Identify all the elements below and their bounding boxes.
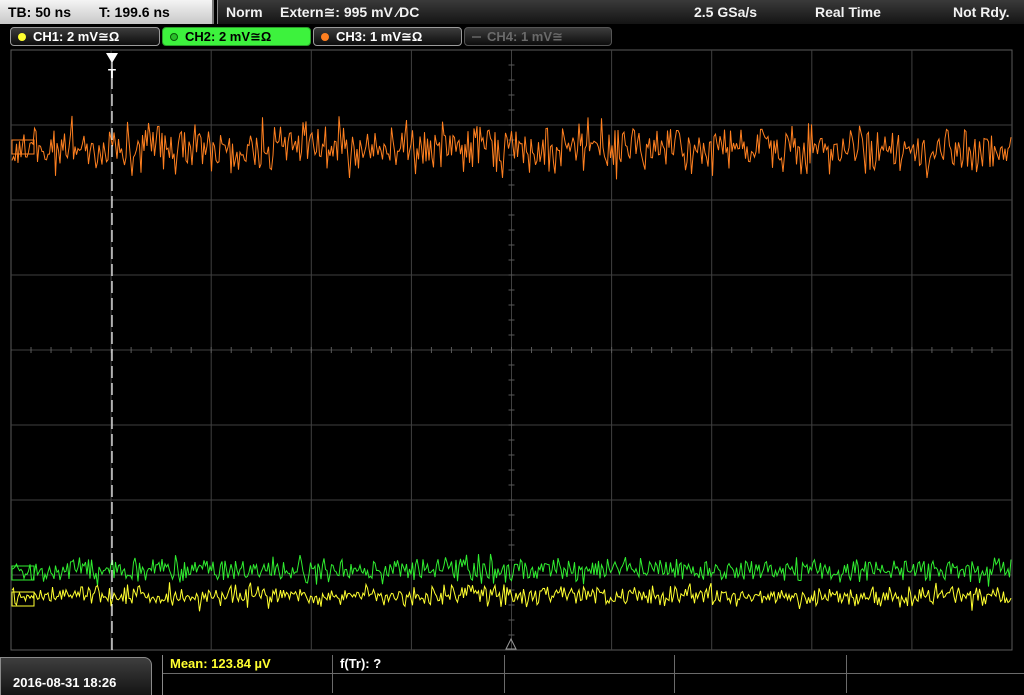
measurement-cell[interactable]	[847, 674, 1024, 693]
measurement-cell[interactable]: f(Tr): ?	[333, 655, 505, 674]
measurement-cell[interactable]	[505, 674, 675, 693]
measurement-mean: Mean: 123.84 µV	[170, 656, 271, 671]
channel-4-indicator-icon	[472, 36, 481, 38]
channel-3-indicator-icon	[321, 33, 329, 41]
channel-4-tab[interactable]: CH4: 1 mV≅	[464, 27, 612, 46]
trigger-source: Extern≅: 995 mV ⁄DC	[280, 4, 420, 20]
timebase-readout: TB: 50 ns	[8, 4, 72, 20]
channel-3-label: CH3: 1 mV≅Ω	[336, 29, 423, 44]
trigger-marker-label: T	[108, 66, 116, 81]
timebase-panel[interactable]: TB: 50 ns T: 199.6 ns	[0, 0, 214, 24]
channel-1-indicator-icon	[18, 33, 26, 41]
channel-2-label: CH2: 2 mV≅Ω	[185, 29, 272, 44]
trigger-mode: Norm	[226, 4, 263, 20]
channel-4-label: CH4: 1 mV≅	[487, 29, 563, 44]
measurement-cell[interactable]	[675, 674, 847, 693]
measurement-panel[interactable]: Mean: 123.84 µV f(Tr): ?	[162, 655, 1024, 695]
waveform-canvas[interactable]: T	[0, 48, 1024, 655]
ready-status: Not Rdy.	[953, 4, 1010, 20]
trigger-status-strip[interactable]: Norm Extern≅: 995 mV ⁄DC 2.5 GSa/s Real …	[217, 0, 1024, 24]
measurement-cell[interactable]	[333, 674, 505, 693]
measurement-cell[interactable]	[505, 655, 675, 674]
bottom-bar: 2016-08-31 18:26 Mean: 123.84 µV f(Tr): …	[0, 655, 1024, 695]
measurement-cell[interactable]	[163, 674, 333, 693]
datetime-display: 2016-08-31 18:26	[0, 657, 152, 695]
channel-3-tab[interactable]: CH3: 1 mV≅Ω	[313, 27, 462, 46]
channel-1-label: CH1: 2 mV≅Ω	[33, 29, 120, 44]
channel-2-indicator-icon	[170, 33, 178, 41]
channel-tabs: CH1: 2 mV≅Ω CH2: 2 mV≅Ω CH3: 1 mV≅Ω CH4:…	[0, 24, 1024, 48]
measurement-cell[interactable]	[847, 655, 1024, 674]
channel-2-tab[interactable]: CH2: 2 mV≅Ω	[162, 27, 311, 46]
acquisition-mode: Real Time	[815, 4, 881, 20]
measurement-cell[interactable]	[675, 655, 847, 674]
channel-1-tab[interactable]: CH1: 2 mV≅Ω	[10, 27, 160, 46]
top-status-bar: TB: 50 ns T: 199.6 ns Norm Extern≅: 995 …	[0, 0, 1024, 24]
measurement-freq: f(Tr): ?	[340, 656, 382, 671]
sample-rate: 2.5 GSa/s	[694, 4, 758, 20]
waveform-display[interactable]: T	[0, 48, 1024, 655]
measurement-cell[interactable]: Mean: 123.84 µV	[163, 655, 333, 674]
trigger-time-readout: T: 199.6 ns	[99, 4, 170, 20]
